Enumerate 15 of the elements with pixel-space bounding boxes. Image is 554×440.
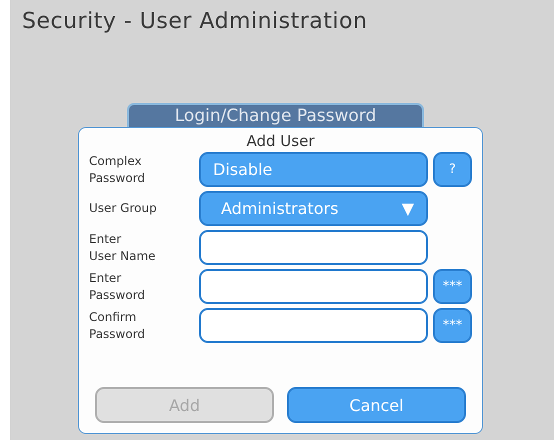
field-label: Enter User Name bbox=[89, 230, 157, 264]
page-title: Security - User Administration bbox=[21, 8, 368, 36]
toggle-button[interactable]: Disable bbox=[199, 152, 428, 187]
show-password-button[interactable]: *** bbox=[433, 269, 472, 304]
input-field[interactable] bbox=[199, 230, 428, 265]
field-label: Complex Password bbox=[89, 152, 146, 186]
field-label: Confirm Password bbox=[89, 308, 146, 342]
dropdown[interactable]: Administrators ▼ bbox=[199, 191, 428, 226]
input-field[interactable] bbox=[199, 269, 428, 304]
cancel-button[interactable]: Cancel bbox=[287, 387, 466, 423]
show-password-button[interactable]: *** bbox=[433, 308, 472, 343]
field-label: Enter Password bbox=[89, 270, 146, 304]
field-label: User Group bbox=[89, 200, 158, 217]
input-field[interactable] bbox=[199, 308, 428, 343]
help-button[interactable]: ? bbox=[433, 152, 472, 187]
